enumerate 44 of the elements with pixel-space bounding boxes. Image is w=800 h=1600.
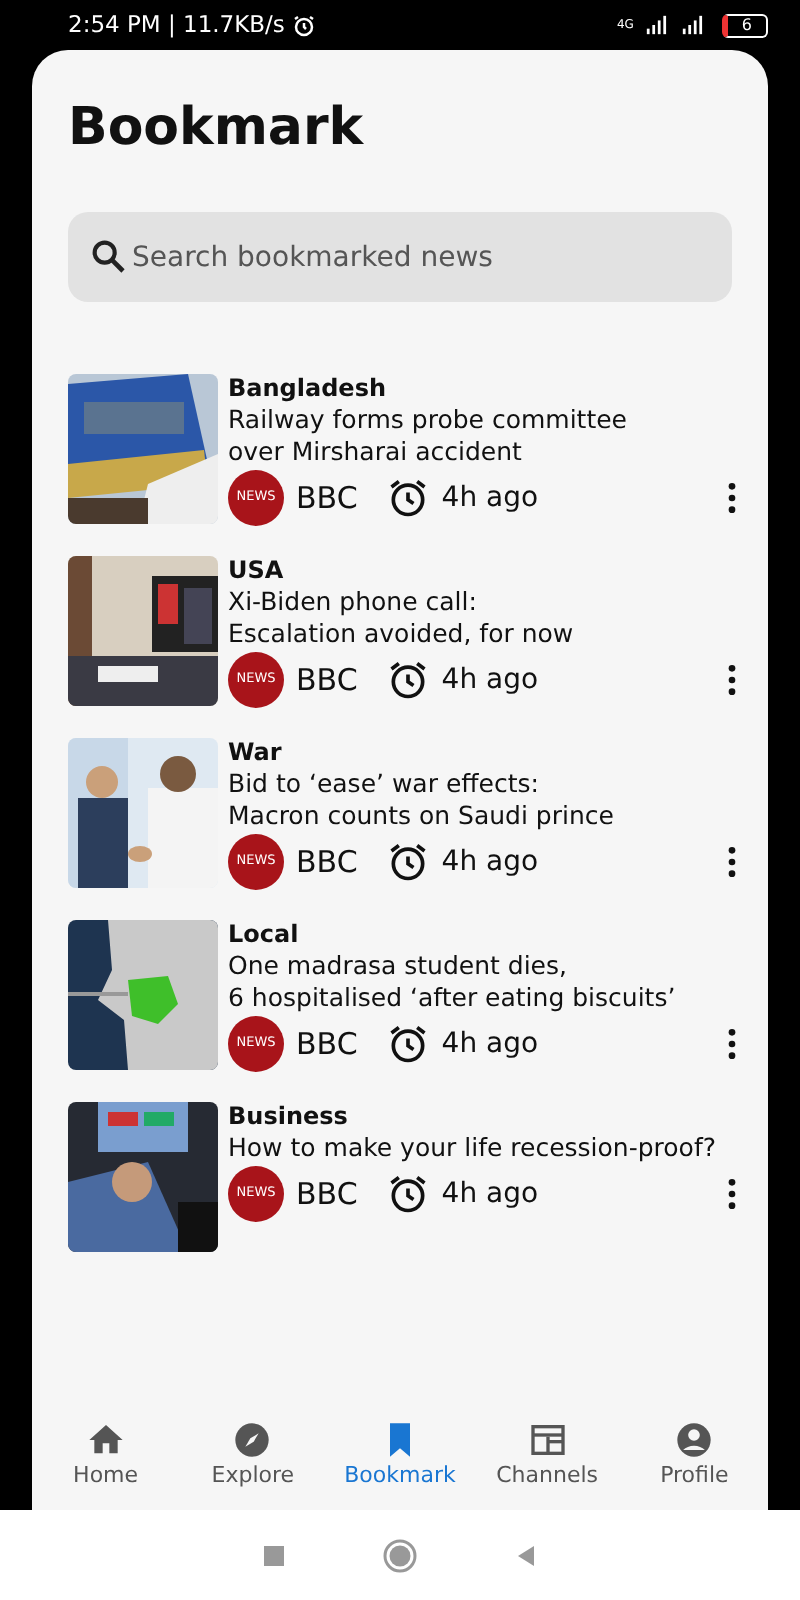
- search-field[interactable]: Search bookmarked news: [68, 212, 732, 302]
- nav-tab[interactable]: Home: [32, 1420, 180, 1510]
- alarm-clock-icon: [385, 476, 430, 520]
- time-ago: 4h ago: [441, 479, 539, 517]
- category-label: Bangladesh: [228, 374, 389, 404]
- headline[interactable]: Railway forms probe committee over Mirsharai accident: [228, 404, 768, 468]
- home-circle-icon[interactable]: [382, 1537, 418, 1573]
- channels-icon: [527, 1420, 568, 1460]
- headline[interactable]: How to make your life recession-proof?: [228, 1132, 768, 1164]
- time-ago: 4h ago: [441, 661, 539, 699]
- alarm-clock-icon: [385, 1172, 430, 1216]
- source-name: BBC: [296, 477, 358, 520]
- nav-tab[interactable]: Profile: [620, 1420, 768, 1510]
- headline[interactable]: One madrasa student dies, 6 hospitalised ‘after eating biscuits’: [228, 950, 768, 1014]
- category-label: USA: [228, 556, 286, 586]
- compass-icon: [232, 1420, 273, 1460]
- profile-icon: [674, 1420, 715, 1460]
- time-ago: 4h ago: [441, 1175, 539, 1213]
- time-ago: 4h ago: [441, 1025, 539, 1063]
- category-label: War: [228, 738, 284, 768]
- battery-icon: 6: [721, 13, 768, 37]
- alarm-clock-icon: [385, 658, 430, 702]
- status-text: 2:54 PM | 11.7KB/s: [68, 7, 285, 42]
- source-name: BBC: [296, 1173, 358, 1216]
- alarm-clock-icon: [385, 840, 430, 884]
- source-name: BBC: [296, 659, 358, 702]
- time-ago: 4h ago: [441, 843, 539, 881]
- source-name: BBC: [296, 841, 358, 884]
- search-icon: [88, 236, 128, 276]
- category-label: Business: [228, 1102, 350, 1132]
- signal-icon: [677, 14, 706, 36]
- square-icon[interactable]: [262, 1543, 286, 1567]
- page-title: Bookmark: [68, 96, 366, 162]
- alarm-clock-icon: [385, 1022, 430, 1066]
- source-name: BBC: [296, 1023, 358, 1066]
- nav-tab[interactable]: Explore: [179, 1420, 327, 1510]
- back-icon[interactable]: [514, 1543, 538, 1567]
- headline[interactable]: Xi-Biden phone call: Escalation avoided, for now: [228, 586, 768, 650]
- category-label: Local: [228, 920, 301, 950]
- alarm-icon: [292, 13, 317, 37]
- headline[interactable]: Bid to ‘ease’ war effects: Macron counts on Saudi prince: [228, 768, 768, 832]
- nav-tab[interactable]: Channels: [473, 1420, 621, 1510]
- signal-icon: [641, 14, 670, 36]
- nav-tab[interactable]: Bookmark: [326, 1420, 474, 1510]
